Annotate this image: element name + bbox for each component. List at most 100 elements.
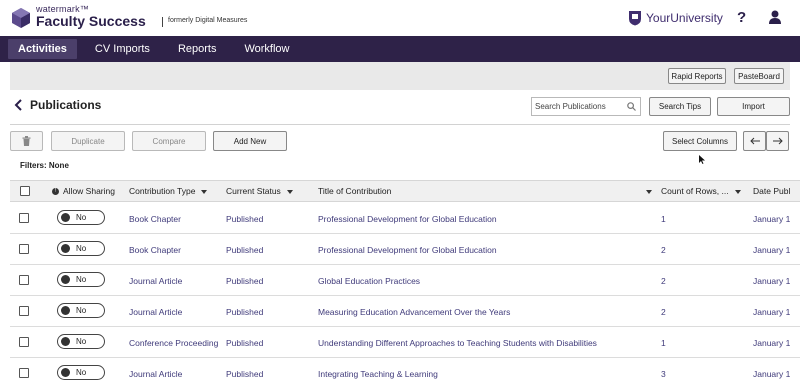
allow-sharing-toggle[interactable]: No [57,241,105,256]
toggle-knob [61,337,70,346]
section-divider [10,124,790,125]
date-cell[interactable]: January 1 [753,214,790,224]
row-checkbox[interactable] [19,306,29,316]
count-cell[interactable]: 1 [661,338,666,348]
prev-page-button[interactable] [743,131,766,151]
status-cell[interactable]: Published [226,214,263,224]
next-page-button[interactable] [766,131,789,151]
select-all-checkbox[interactable] [20,186,30,196]
select-columns-button[interactable]: Select Columns [663,131,737,151]
allow-sharing-toggle[interactable]: No [57,272,105,287]
count-cell[interactable]: 1 [661,214,666,224]
title-cell[interactable]: Measuring Education Advancement Over the… [318,307,510,317]
import-button[interactable]: Import [717,97,790,116]
count-cell[interactable]: 2 [661,307,666,317]
title-cell[interactable]: Global Education Practices [318,276,420,286]
title-cell[interactable]: Integrating Teaching & Learning [318,369,438,379]
table-header: ! Allow Sharing Contribution Type Current… [10,180,800,202]
date-cell[interactable]: January 1 [753,276,790,286]
date-cell[interactable]: January 1 [753,245,790,255]
toggle-label: No [76,306,87,315]
contribution-type-cell[interactable]: Book Chapter [129,245,181,255]
column-allow-sharing[interactable]: ! Allow Sharing [52,186,115,196]
table-row[interactable]: No Journal Article Published Global Educ… [10,265,800,296]
search-tips-button[interactable]: Search Tips [649,97,711,116]
search-icon[interactable] [627,102,636,111]
delete-button[interactable] [10,131,43,151]
column-current-status[interactable]: Current Status [226,186,293,196]
search-input[interactable]: Search Publications [531,97,641,116]
back-chevron-icon[interactable] [14,99,22,111]
status-cell[interactable]: Published [226,276,263,286]
allow-sharing-toggle[interactable]: No [57,303,105,318]
count-cell[interactable]: 2 [661,276,666,286]
column-contribution-type[interactable]: Contribution Type [129,186,208,196]
contribution-type-cell[interactable]: Journal Article [129,276,182,286]
row-checkbox[interactable] [19,244,29,254]
table-row[interactable]: No Book Chapter Published Professional D… [10,203,800,234]
help-icon[interactable]: ? [737,9,746,26]
toggle-label: No [76,213,87,222]
university-logo[interactable]: YourUniversity [628,9,723,27]
page-title: Publications [30,98,102,112]
info-icon[interactable]: ! [52,188,59,196]
count-cell[interactable]: 2 [661,245,666,255]
date-cell[interactable]: January 1 [753,307,790,317]
table-row[interactable]: No Journal Article Published Measuring E… [10,296,800,327]
row-checkbox[interactable] [19,368,29,378]
sort-caret-icon [286,189,293,194]
toggle-label: No [76,337,87,346]
search-placeholder: Search Publications [535,102,606,111]
sort-caret-icon [201,189,208,194]
watermark-logo-icon[interactable] [10,7,32,29]
mouse-cursor-icon [699,155,705,164]
row-checkbox[interactable] [19,337,29,347]
add-new-button[interactable]: Add New [213,131,287,151]
brand-name: Faculty Success [36,13,146,29]
title-cell[interactable]: Understanding Different Approaches to Te… [318,338,597,348]
status-cell[interactable]: Published [226,369,263,379]
title-cell[interactable]: Professional Development for Global Educ… [318,214,497,224]
main-nav: Activities CV Imports Reports Workflow [0,36,800,62]
count-cell[interactable]: 3 [661,369,666,379]
rapid-reports-button[interactable]: Rapid Reports [668,68,726,84]
contribution-type-cell[interactable]: Journal Article [129,369,182,379]
nav-workflow[interactable]: Workflow [234,39,299,59]
contribution-type-cell[interactable]: Conference Proceeding [129,338,218,348]
title-cell[interactable]: Professional Development for Global Educ… [318,245,497,255]
column-date-published[interactable]: Date Publ [753,186,790,196]
allow-sharing-toggle[interactable]: No [57,210,105,225]
pasteboard-button[interactable]: PasteBoard [734,68,784,84]
compare-button[interactable]: Compare [132,131,206,151]
allow-sharing-toggle[interactable]: No [57,334,105,349]
contribution-type-cell[interactable]: Book Chapter [129,214,181,224]
toggle-label: No [76,244,87,253]
toggle-knob [61,368,70,377]
status-cell[interactable]: Published [226,307,263,317]
date-cell[interactable]: January 1 [753,338,790,348]
column-count-of-rows[interactable]: Count of Rows, ... [661,186,741,196]
column-title[interactable]: Title of Contribution [318,186,391,196]
allow-sharing-toggle[interactable]: No [57,365,105,380]
status-cell[interactable]: Published [226,338,263,348]
user-account-icon[interactable] [768,9,782,25]
table-row[interactable]: No Book Chapter Published Professional D… [10,234,800,265]
nav-activities[interactable]: Activities [8,39,77,59]
row-checkbox[interactable] [19,275,29,285]
table-row[interactable]: No Journal Article Published Integrating… [10,358,800,382]
arrow-right-icon [772,137,783,145]
date-cell[interactable]: January 1 [753,369,790,379]
sort-caret-icon[interactable] [646,190,652,194]
app-header: watermark™ Faculty Success formerly Digi… [0,0,800,36]
toggle-knob [61,213,70,222]
toggle-label: No [76,368,87,377]
status-cell[interactable]: Published [226,245,263,255]
contribution-type-cell[interactable]: Journal Article [129,307,182,317]
row-checkbox[interactable] [19,213,29,223]
table-row[interactable]: No Conference Proceeding Published Under… [10,327,800,358]
duplicate-button[interactable]: Duplicate [51,131,125,151]
nav-reports[interactable]: Reports [168,39,227,59]
nav-cv-imports[interactable]: CV Imports [85,39,160,59]
arrow-left-icon [749,137,760,145]
sort-caret-icon [734,189,741,194]
